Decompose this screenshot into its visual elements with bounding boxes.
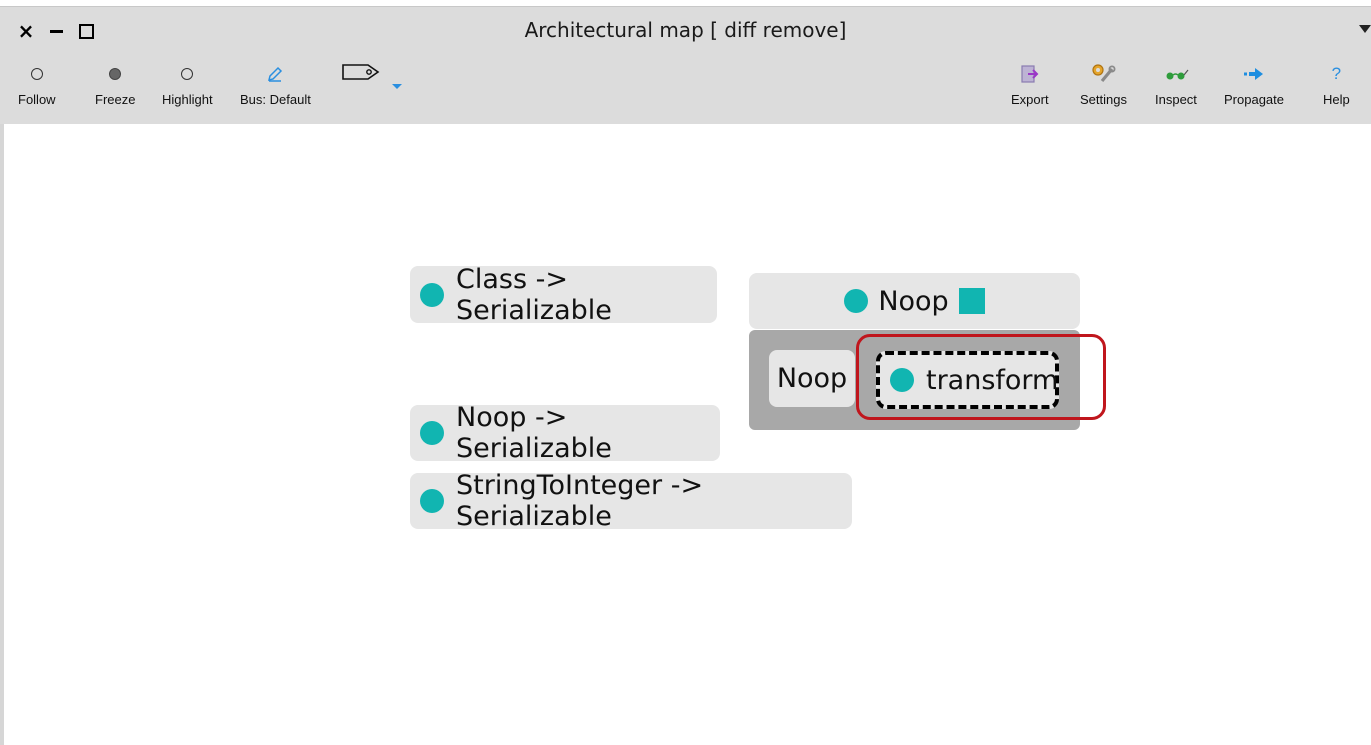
circle-outline-icon [30,68,43,80]
highlight-label: Highlight [162,92,213,107]
help-label: Help [1323,92,1350,107]
arrow-right-icon [1244,68,1263,80]
follow-label: Follow [18,92,56,107]
status-dot-icon [420,489,444,513]
question-icon: ? [1331,64,1342,83]
group-header-noop[interactable]: Noop [749,273,1080,329]
node-label: Class -> Serializable [456,263,612,326]
propagate-label: Propagate [1224,92,1284,107]
export-icon [1021,65,1039,83]
group-header-label: Noop [878,285,949,317]
settings-button[interactable]: Settings [1080,62,1127,107]
export-button[interactable]: Export [1011,62,1049,107]
selection-highlight [856,334,1106,420]
circle-outline-icon [181,68,194,80]
circle-filled-icon [109,68,122,80]
toolbar: Follow Freeze Highlight Bus: Default Exp… [0,52,1371,124]
propagate-button[interactable]: Propagate [1224,62,1284,107]
status-dot-icon [844,289,869,313]
highlight-button[interactable]: Highlight [162,62,213,107]
group-inner-noop[interactable]: Noop [769,350,855,407]
class-square-icon [958,288,985,314]
node-stringtointeger-serializable[interactable]: StringToInteger -> Serializable [410,470,852,532]
title-bar: × Architectural map [ diff remove] [0,6,1371,53]
follow-button[interactable]: Follow [18,62,56,107]
tag-menu-chevron-down-icon[interactable] [392,84,402,89]
tag-icon [342,64,380,80]
inspect-button[interactable]: Inspect [1155,62,1197,107]
freeze-button[interactable]: Freeze [95,62,135,107]
settings-label: Settings [1080,92,1127,107]
node-label: Noop -> Serializable [456,402,612,464]
pencil-icon [268,66,283,82]
glasses-icon [1166,69,1189,80]
wrench-gear-icon [1092,64,1116,83]
status-dot-icon [420,282,444,307]
freeze-label: Freeze [95,92,136,107]
window-menu-chevron-down-icon[interactable] [1359,25,1371,33]
export-label: Export [1011,92,1049,107]
window-title: Architectural map [ diff remove] [524,18,847,42]
bus-default-label: Bus: Default [240,92,311,107]
status-dot-icon [420,421,444,445]
inspect-label: Inspect [1155,92,1197,107]
node-label: StringToInteger -> Serializable [456,470,704,532]
group-inner-label: Noop [776,363,848,394]
node-class-serializable[interactable]: Class -> Serializable [410,263,717,326]
bus-default-button[interactable]: Bus: Default [240,62,311,107]
tag-menu-button[interactable] [342,62,380,86]
help-button[interactable]: ? Help [1323,62,1350,107]
architectural-map-window: × Architectural map [ diff remove] Follo… [0,0,1371,745]
node-noop-serializable[interactable]: Noop -> Serializable [410,402,720,464]
